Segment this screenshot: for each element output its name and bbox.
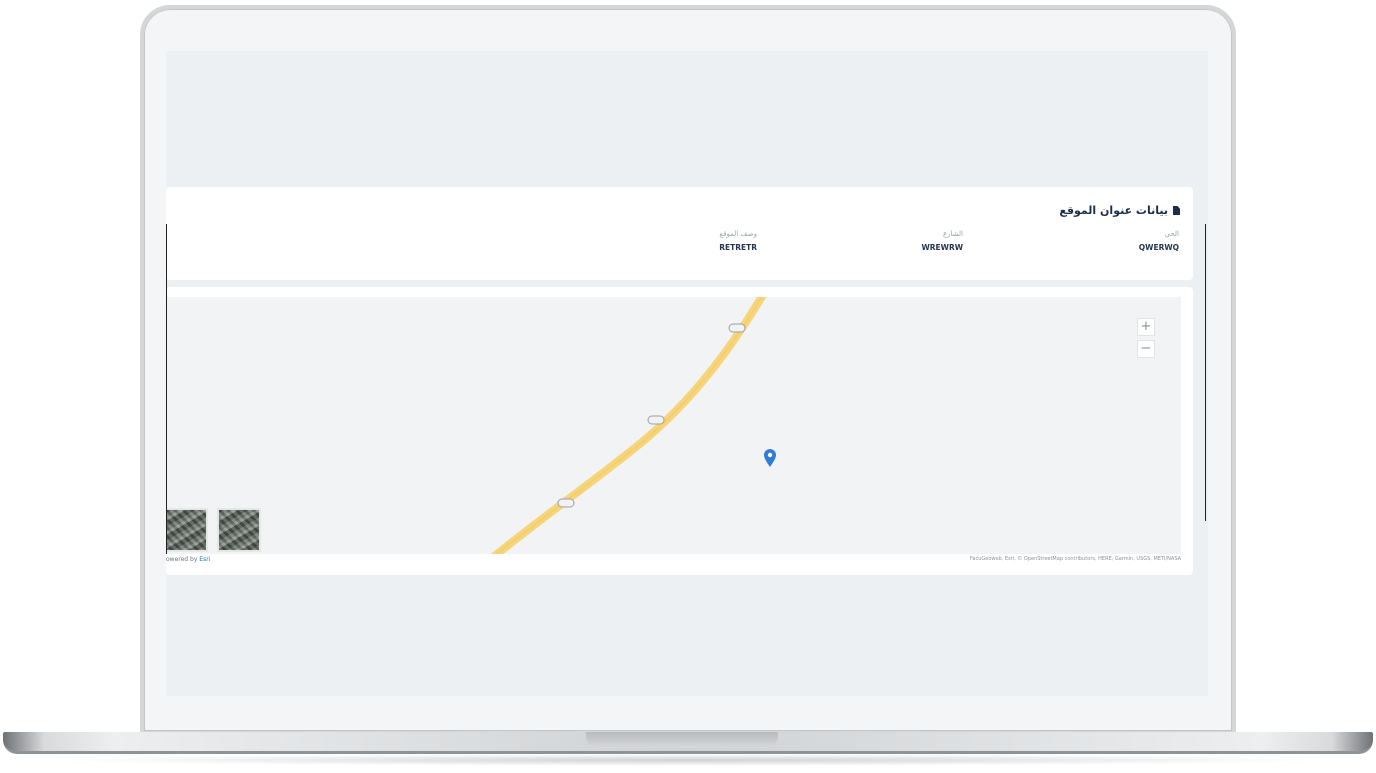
field-value: WREWRW (921, 243, 964, 252)
field-label: الحي (1164, 230, 1179, 238)
field-value: QWERWQ (1138, 243, 1179, 252)
location-marker-icon (764, 449, 776, 467)
left-edge-line (166, 224, 167, 554)
zoom-in-button[interactable]: + (1137, 318, 1155, 336)
field-street: الشارع WREWRW (922, 230, 964, 252)
attribution-bar: owered by Esri FacuGeoweb, Esri, © OpenS… (166, 554, 1181, 566)
document-icon (1173, 206, 1180, 215)
basemap-thumbnail[interactable] (217, 508, 261, 552)
base-shadow (40, 754, 1336, 766)
field-label: الشارع (942, 230, 963, 238)
field-label: وصف الموقع (719, 230, 757, 238)
map-attribution: FacuGeoweb, Esri, © OpenStreetMap contri… (969, 556, 1181, 562)
highway-road (490, 297, 767, 554)
location-address-card: بيانات عنوان الموقع الحي QWERWQ الشارع W… (166, 187, 1193, 280)
field-value: RETRETR (719, 243, 757, 252)
screen: بيانات عنوان الموقع الحي QWERWQ الشارع W… (166, 51, 1208, 696)
right-edge-line (1205, 224, 1206, 521)
field-district: الحي QWERWQ (1139, 230, 1179, 252)
laptop-notch (586, 732, 778, 748)
highway-shield (647, 415, 665, 425)
map-card: + − owered by Esri FacuGeoweb, Esri, © O… (166, 287, 1193, 575)
road-layer (490, 297, 776, 554)
highway-shield (557, 498, 575, 508)
field-location-description: وصف الموقع RETRETR (719, 230, 757, 252)
highway-shield (728, 323, 746, 333)
card-title-text: بيانات عنوان الموقع (1059, 204, 1168, 217)
map-view[interactable]: + − (166, 297, 1181, 554)
basemap-thumbnail[interactable] (166, 508, 208, 552)
esri-link[interactable]: Esri (199, 556, 210, 563)
powered-by: owered by Esri (166, 556, 211, 563)
zoom-out-button[interactable]: − (1137, 340, 1155, 358)
card-title: بيانات عنوان الموقع (1059, 204, 1180, 217)
